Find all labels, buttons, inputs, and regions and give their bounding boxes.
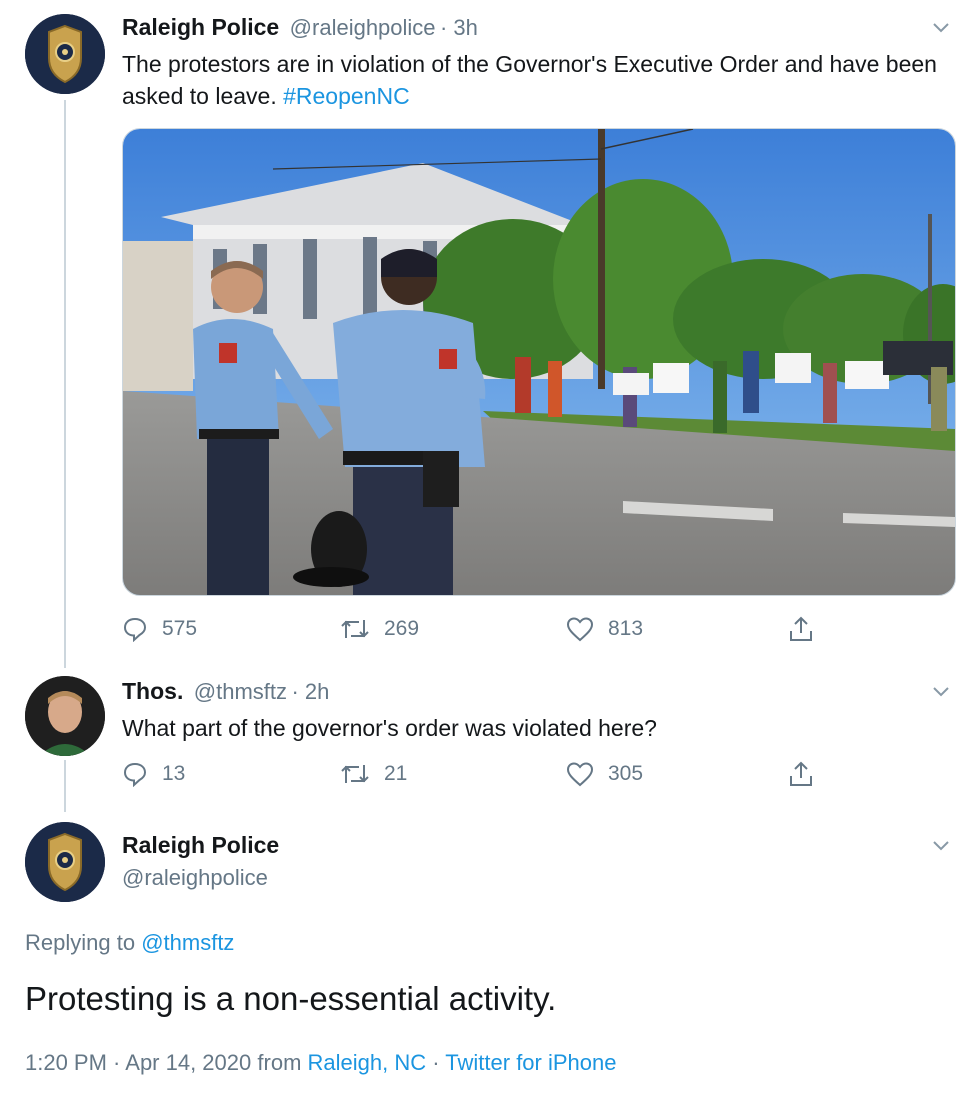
tweet-date[interactable]: 1:20 PM · Apr 14, 2020 xyxy=(25,1050,251,1075)
reply-count: 13 xyxy=(162,762,186,785)
author-name[interactable]: Thos. xyxy=(122,678,183,704)
replying-to-label: Replying to xyxy=(25,930,136,955)
like-count: 813 xyxy=(608,617,644,640)
like-count: 305 xyxy=(608,762,644,785)
tweet-text: Protesting is a non-essential activity. xyxy=(25,980,557,1017)
heart-icon xyxy=(566,617,594,642)
police-badge-icon xyxy=(25,14,105,94)
replying-to-line: Replying to @thmsftz xyxy=(25,930,234,956)
meta-separator: · xyxy=(432,1050,440,1075)
avatar-raleigh-police[interactable] xyxy=(25,14,105,94)
tweet-2-actions: 13 21 305 xyxy=(122,757,822,791)
heart-icon xyxy=(566,762,594,787)
hashtag-link[interactable]: #ReopenNC xyxy=(283,83,410,109)
tweet-timestamp[interactable]: · 2h xyxy=(291,679,329,704)
chevron-down-icon[interactable] xyxy=(930,834,952,856)
police-badge-icon xyxy=(25,822,105,902)
author-name[interactable]: Raleigh Police xyxy=(122,832,279,859)
share-icon xyxy=(790,761,812,786)
reply-icon xyxy=(123,617,147,642)
like-button[interactable]: 813 xyxy=(566,612,643,646)
avatar-thos[interactable] xyxy=(25,676,105,756)
retweet-count: 269 xyxy=(384,617,420,640)
from-label: from xyxy=(257,1050,302,1075)
author-name[interactable]: Raleigh Police xyxy=(122,14,279,40)
author-handle[interactable]: @thmsftz xyxy=(194,679,287,704)
retweet-icon xyxy=(341,765,369,783)
tweet-source[interactable]: Twitter for iPhone xyxy=(445,1050,616,1075)
reply-icon xyxy=(123,762,147,787)
reply-count: 575 xyxy=(162,617,198,640)
retweet-button[interactable]: 21 xyxy=(340,757,407,791)
tweet-meta-line: 1:20 PM · Apr 14, 2020 from Raleigh, NC … xyxy=(25,1050,616,1076)
chevron-down-icon[interactable] xyxy=(930,680,952,702)
tweet-1-actions: 575 269 813 xyxy=(122,612,822,646)
share-button[interactable] xyxy=(788,612,814,646)
author-handle[interactable]: @raleighpolice xyxy=(290,15,436,40)
share-icon xyxy=(790,616,812,641)
retweet-icon xyxy=(341,620,369,638)
chevron-down-icon[interactable] xyxy=(930,16,952,38)
avatar-raleigh-police[interactable] xyxy=(25,822,105,902)
user-photo-icon xyxy=(25,676,105,756)
replying-to-handle[interactable]: @thmsftz xyxy=(141,930,234,955)
reply-button[interactable]: 13 xyxy=(122,757,185,791)
tweet-text: What part of the governor's order was vi… xyxy=(122,715,657,741)
tweet-location[interactable]: Raleigh, NC xyxy=(308,1050,427,1075)
thread-line-2 xyxy=(64,760,66,812)
author-handle[interactable]: @raleighpolice xyxy=(122,865,279,891)
like-button[interactable]: 305 xyxy=(566,757,643,791)
tweet-text: The protestors are in violation of the G… xyxy=(122,51,937,109)
share-button[interactable] xyxy=(788,757,814,791)
retweet-button[interactable]: 269 xyxy=(340,612,419,646)
thread-line-1 xyxy=(64,100,66,668)
reply-button[interactable]: 575 xyxy=(122,612,197,646)
protest-photo-image xyxy=(123,129,955,595)
tweet-timestamp[interactable]: · 3h xyxy=(440,15,478,40)
retweet-count: 21 xyxy=(384,762,408,785)
tweet-photo[interactable] xyxy=(122,128,956,596)
